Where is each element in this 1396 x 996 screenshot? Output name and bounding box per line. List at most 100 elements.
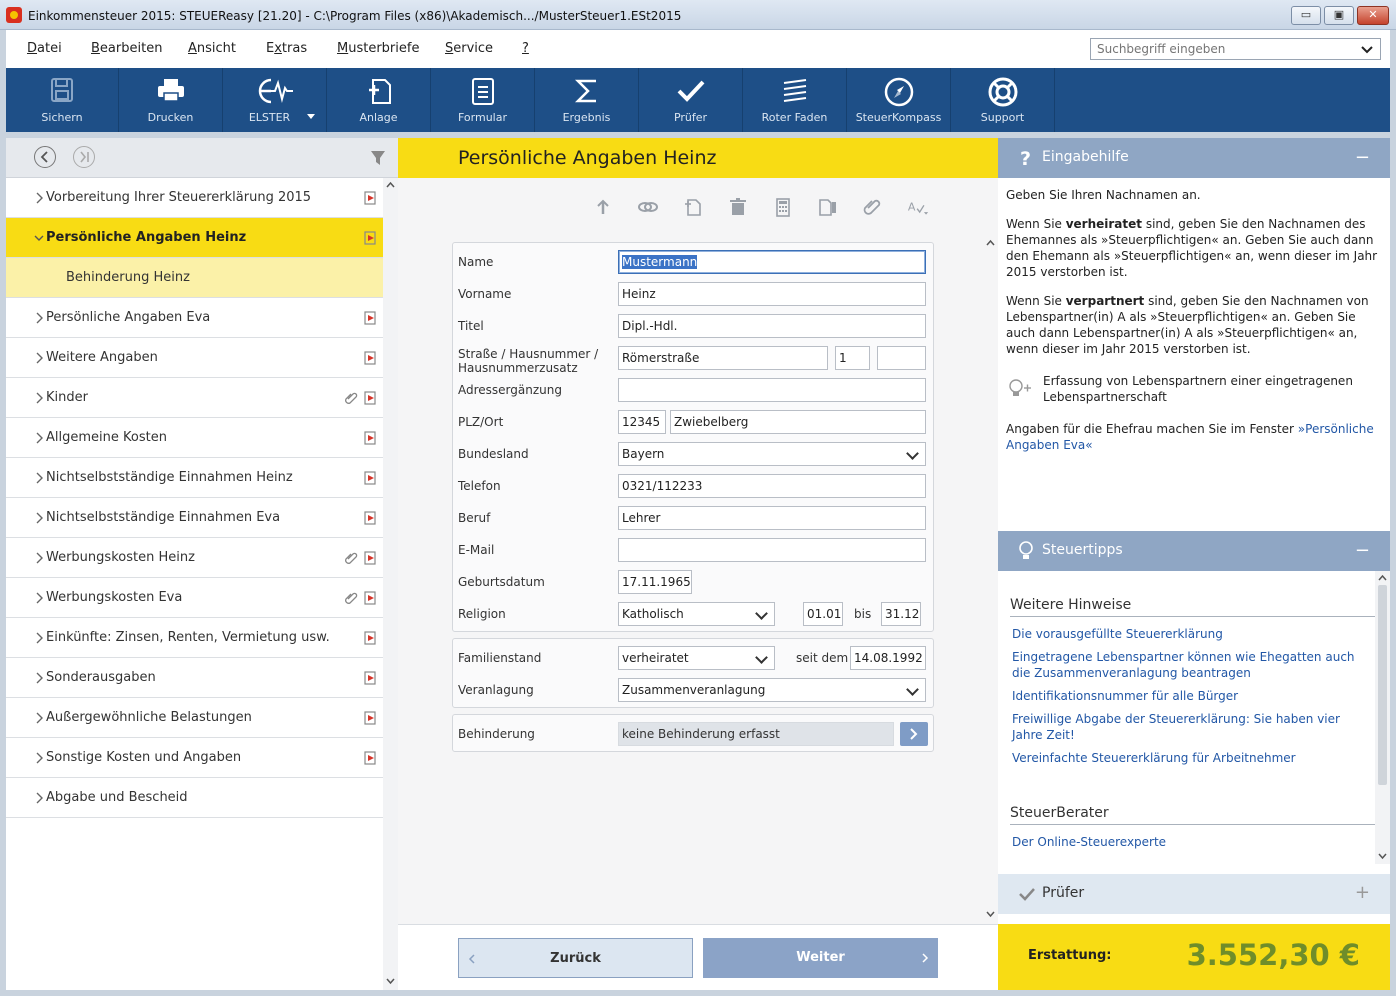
tips-scroll-thumb[interactable]: [1378, 585, 1387, 785]
upload-icon[interactable]: [592, 196, 614, 218]
toolbar-roter-faden[interactable]: Roter Faden: [743, 68, 847, 132]
tip-link[interactable]: Freiwillige Abgabe der Steuererklärung: …: [1012, 711, 1368, 743]
paperclip-icon[interactable]: [862, 196, 884, 218]
calculator-icon[interactable]: [772, 196, 794, 218]
nav-item-aussergewoehnliche-belastungen[interactable]: Außergewöhnliche Belastungen: [6, 698, 383, 738]
tips-scrollbar[interactable]: [1375, 571, 1390, 864]
chevron-down-icon[interactable]: [1359, 40, 1375, 58]
nav-item-sonstige-kosten[interactable]: Sonstige Kosten und Angaben: [6, 738, 383, 778]
nav-item-behinderung-heinz[interactable]: Behinderung Heinz: [6, 258, 383, 298]
collapse-tips-button[interactable]: −: [1355, 540, 1370, 561]
nav-item-werbungskosten-heinz[interactable]: Werbungskosten Heinz: [6, 538, 383, 578]
menu-musterbriefe[interactable]: Musterbriefe: [337, 41, 419, 56]
scroll-up-icon[interactable]: [1377, 573, 1388, 583]
next-button[interactable]: Weiter: [703, 938, 938, 978]
search-input[interactable]: [1090, 38, 1381, 60]
label-religion: Religion: [458, 607, 506, 621]
scroll-down-icon[interactable]: [1377, 851, 1388, 861]
nav-item-abgabe-bescheid[interactable]: Abgabe und Bescheid: [6, 778, 383, 818]
religion-select[interactable]: Katholisch: [618, 602, 775, 626]
link-icon[interactable]: [637, 196, 659, 218]
nav-item-allgemeine-kosten[interactable]: Allgemeine Kosten: [6, 418, 383, 458]
vorname-field[interactable]: Heinz: [618, 282, 926, 306]
strasse-field[interactable]: Römerstraße: [618, 346, 828, 370]
seit-dem-field[interactable]: 14.08.1992: [850, 646, 926, 670]
collapse-help-button[interactable]: −: [1355, 147, 1370, 168]
close-button[interactable]: ✕: [1357, 6, 1389, 25]
toolbar-steuerkompass[interactable]: SteuerKompass: [847, 68, 951, 132]
minimize-button[interactable]: ▭: [1291, 6, 1321, 25]
name-field[interactable]: Mustermann: [618, 250, 926, 274]
nav-item-weitere-angaben[interactable]: Weitere Angaben: [6, 338, 383, 378]
pruefer-header[interactable]: Prüfer +: [998, 874, 1390, 914]
tips-header[interactable]: Steuertipps −: [998, 531, 1390, 571]
hausnummer-field[interactable]: 1: [835, 346, 870, 370]
menu-bearbeiten[interactable]: Bearbeiten: [91, 41, 162, 56]
forward-nav-button[interactable]: [73, 146, 95, 168]
menu-extras[interactable]: Extras: [266, 41, 307, 56]
trash-icon[interactable]: [727, 196, 749, 218]
nav-item-vorbereitung[interactable]: Vorbereitung Ihrer Steuererklärung 2015: [6, 178, 383, 218]
titel-field[interactable]: Dipl.-Hdl.: [618, 314, 926, 338]
email-field[interactable]: [618, 538, 926, 562]
toolbar-drucken[interactable]: Drucken: [119, 68, 223, 132]
scroll-down-icon[interactable]: [985, 909, 996, 919]
geburtsdatum-field[interactable]: 17.11.1965: [618, 570, 692, 594]
nav-item-einnahmen-eva[interactable]: Nichtselbstständige Einnahmen Eva: [6, 498, 383, 538]
tip-link[interactable]: Eingetragene Lebenspartner können wie Eh…: [1012, 649, 1368, 681]
scroll-up-icon[interactable]: [985, 238, 996, 248]
help-link-lebenspartner[interactable]: Erfassung von Lebenspartnern einer einge…: [1043, 373, 1363, 405]
menu-help[interactable]: ?: [522, 41, 529, 56]
help-header[interactable]: ? Eingabehilfe −: [998, 138, 1390, 178]
document-edit-icon[interactable]: [817, 196, 839, 218]
tip-link[interactable]: Die vorausgefüllte Steuererklärung: [1012, 626, 1368, 642]
scroll-down-icon[interactable]: [385, 976, 396, 986]
nav-scrollbar[interactable]: [383, 178, 398, 990]
toolbar-elster[interactable]: ELSTER: [223, 68, 327, 132]
menu-service[interactable]: Service: [445, 41, 493, 56]
expand-pruefer-button[interactable]: +: [1355, 882, 1370, 903]
nav-item-werbungskosten-eva[interactable]: Werbungskosten Eva: [6, 578, 383, 618]
veranlagung-select[interactable]: Zusammenveranlagung: [618, 678, 926, 702]
religion-bis-field[interactable]: 31.12: [881, 602, 921, 626]
filter-icon[interactable]: [370, 150, 386, 166]
new-document-icon[interactable]: [682, 196, 704, 218]
back-button[interactable]: Zurück: [458, 938, 693, 978]
toolbar-ergebnis[interactable]: Ergebnis: [535, 68, 639, 132]
add-document-icon: [368, 79, 391, 104]
nav-item-sonderausgaben[interactable]: Sonderausgaben: [6, 658, 383, 698]
back-nav-button[interactable]: [34, 146, 56, 168]
label-geburtsdatum: Geburtsdatum: [458, 575, 545, 589]
nav-item-einnahmen-heinz[interactable]: Nichtselbstständige Einnahmen Heinz: [6, 458, 383, 498]
beruf-field[interactable]: Lehrer: [618, 506, 926, 530]
toolbar-support[interactable]: Support: [951, 68, 1055, 132]
toolbar-formular[interactable]: Formular: [431, 68, 535, 132]
bundesland-select[interactable]: Bayern: [618, 442, 926, 466]
hausnummerzusatz-field[interactable]: [877, 346, 926, 370]
menu-datei[interactable]: Datei: [27, 41, 62, 56]
tip-link[interactable]: Identifikationsnummer für alle Bürger: [1012, 688, 1368, 704]
dropdown-arrow-icon[interactable]: [307, 114, 315, 120]
adressergaenzung-field[interactable]: [618, 378, 926, 402]
religion-von-field[interactable]: 01.01: [803, 602, 843, 626]
document-arrow-icon: [364, 511, 376, 525]
nav-item-kinder[interactable]: Kinder: [6, 378, 383, 418]
form-scrollbar[interactable]: [983, 234, 998, 924]
toolbar-anlage[interactable]: Anlage: [327, 68, 431, 132]
plz-field[interactable]: 12345: [618, 410, 666, 434]
nav-item-persoenliche-angaben-eva[interactable]: Persönliche Angaben Eva: [6, 298, 383, 338]
ort-field[interactable]: Zwiebelberg: [670, 410, 926, 434]
scroll-up-icon[interactable]: [385, 180, 396, 190]
toolbar-pruefer[interactable]: Prüfer: [639, 68, 743, 132]
maximize-button[interactable]: ▣: [1324, 6, 1354, 25]
tip-link[interactable]: Vereinfachte Steuererklärung für Arbeitn…: [1012, 750, 1368, 766]
spellcheck-icon[interactable]: A: [907, 196, 929, 218]
toolbar-sichern[interactable]: Sichern: [6, 68, 119, 132]
menu-ansicht[interactable]: Ansicht: [188, 41, 236, 56]
tip-link[interactable]: Der Online-Steuerexperte: [1012, 834, 1368, 850]
behinderung-open-button[interactable]: [900, 722, 928, 746]
telefon-field[interactable]: 0321/112233: [618, 474, 926, 498]
nav-item-einkuenfte[interactable]: Einkünfte: Zinsen, Renten, Vermietung us…: [6, 618, 383, 658]
familienstand-select[interactable]: verheiratet: [618, 646, 775, 670]
nav-item-persoenliche-angaben-heinz[interactable]: Persönliche Angaben Heinz: [6, 218, 383, 258]
